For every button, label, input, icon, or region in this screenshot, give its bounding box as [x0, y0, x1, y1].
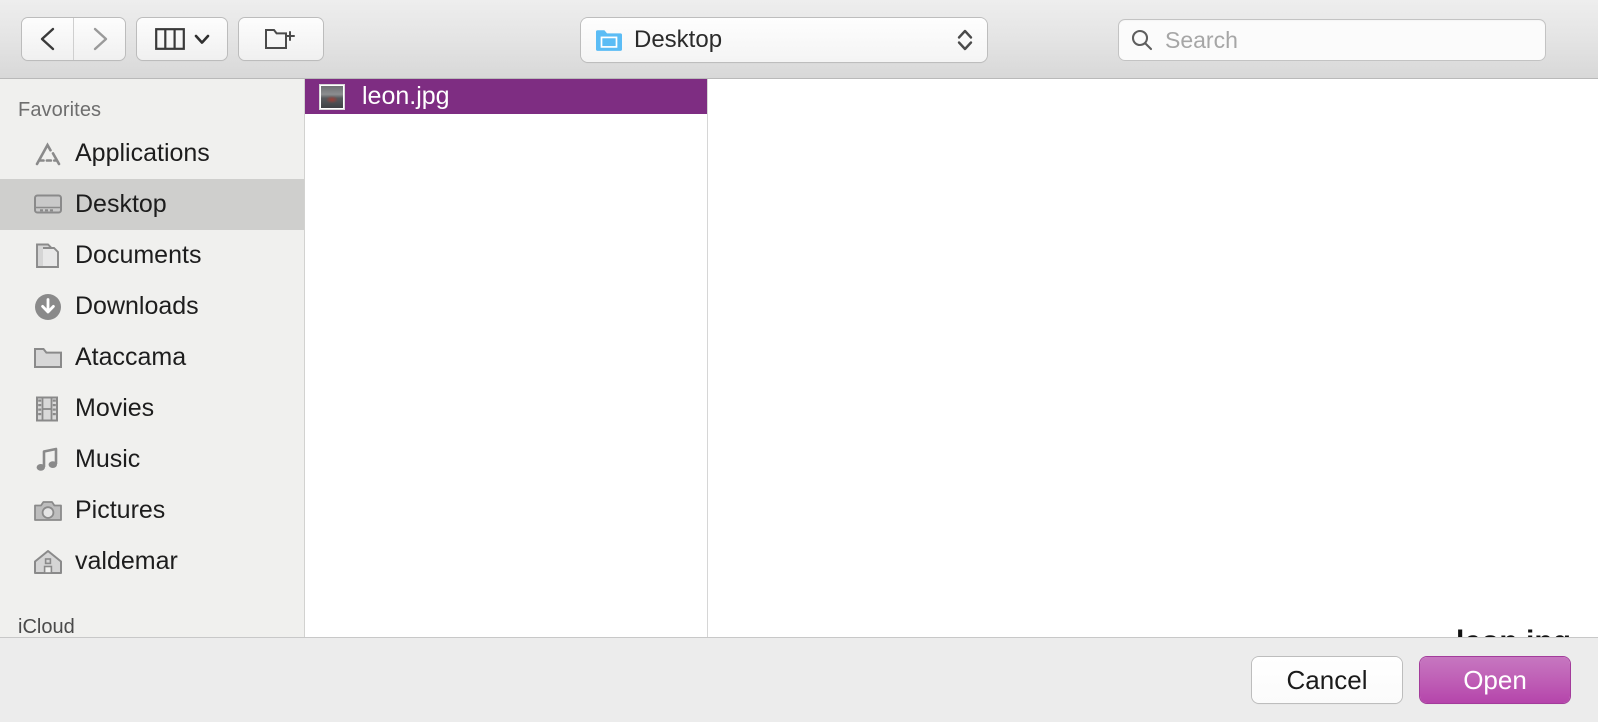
sidebar-item-label: Music: [75, 445, 141, 473]
path-popup-wrapper: Desktop: [581, 18, 987, 62]
sidebar-item-pictures[interactable]: Pictures: [0, 485, 304, 536]
column-view-icon: [154, 28, 185, 50]
file-list-column: leon.jpg: [305, 79, 708, 637]
sidebar-item-label: Desktop: [75, 190, 167, 218]
sidebar-section-icloud: iCloud: [18, 616, 75, 637]
documents-icon: [33, 242, 67, 270]
sidebar-item-applications[interactable]: Applications: [0, 128, 304, 179]
sidebar-item-valdemar[interactable]: valdemar: [0, 536, 304, 587]
search-field[interactable]: [1118, 19, 1546, 61]
bottom-bar: Cancel Open: [0, 637, 1598, 722]
sidebar-item-label: Downloads: [75, 292, 199, 320]
preview-pane: leon.jpg JPEG image - 3.6 MB: [708, 79, 1598, 637]
sidebar-item-documents[interactable]: Documents: [0, 230, 304, 281]
toolbar-left-group: [22, 18, 323, 60]
chevron-left-icon: [40, 27, 54, 51]
sidebar-item-downloads[interactable]: Downloads: [0, 281, 304, 332]
chevron-down-icon: [194, 34, 209, 44]
music-icon: [33, 446, 67, 474]
sidebar-item-label: Applications: [75, 139, 210, 167]
dialog-body: Favorites Applications Desktop Documents…: [0, 79, 1598, 637]
back-button[interactable]: [22, 18, 73, 60]
sidebar-item-desktop[interactable]: Desktop: [0, 179, 304, 230]
sidebar-item-ataccama[interactable]: Ataccama: [0, 332, 304, 383]
chevron-right-icon: [93, 27, 107, 51]
toolbar: Desktop: [0, 0, 1598, 79]
sidebar-item-label: Pictures: [75, 496, 166, 524]
new-folder-button[interactable]: [239, 18, 323, 60]
folder-icon: [33, 345, 67, 371]
sidebar: Favorites Applications Desktop Documents…: [0, 79, 305, 637]
sidebar-item-label: Movies: [75, 394, 155, 422]
file-row[interactable]: leon.jpg: [305, 79, 707, 114]
file-picker-dialog: Desktop Favorites: [0, 0, 1598, 722]
downloads-icon: [33, 292, 67, 322]
path-popup-button[interactable]: Desktop: [581, 18, 987, 62]
applications-icon: [33, 140, 67, 168]
sidebar-item-music[interactable]: Music: [0, 434, 304, 485]
path-popup-label: Desktop: [634, 26, 723, 53]
sidebar-item-label: Ataccama: [75, 343, 187, 371]
image-thumbnail: [319, 83, 345, 110]
new-folder-icon: [265, 29, 295, 49]
cancel-button[interactable]: Cancel: [1252, 657, 1402, 703]
stepper-chevrons-icon: [957, 29, 973, 51]
sidebar-item-movies[interactable]: Movies: [0, 383, 304, 434]
search-icon: [1131, 29, 1153, 51]
sidebar-item-label: valdemar: [75, 547, 178, 575]
movies-icon: [33, 395, 67, 423]
navigation-segmented-control: [22, 18, 125, 60]
search-wrapper: [1118, 19, 1546, 61]
pictures-icon: [33, 498, 67, 524]
sidebar-section-favorites: Favorites: [18, 99, 102, 121]
open-button[interactable]: Open: [1420, 657, 1570, 703]
desktop-icon: [33, 192, 67, 218]
blue-folder-icon: [596, 29, 622, 51]
view-mode-button[interactable]: [137, 18, 227, 60]
file-name-label: leon.jpg: [362, 82, 450, 110]
preview-file-title: leon.jpg: [1456, 625, 1571, 637]
search-input[interactable]: [1165, 26, 1534, 54]
sidebar-item-label: Documents: [75, 241, 202, 269]
forward-button[interactable]: [73, 18, 125, 60]
home-icon: [33, 548, 67, 576]
